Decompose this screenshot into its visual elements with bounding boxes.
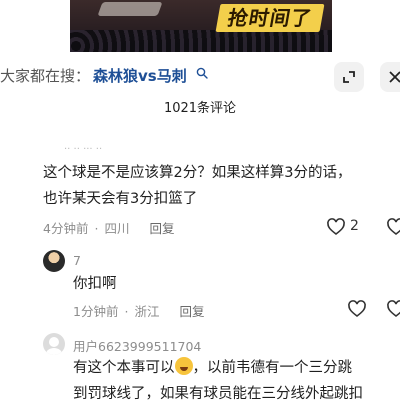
crowd [70, 30, 332, 52]
comment-time: 4分钟前 [43, 221, 89, 236]
comment-text-segment: ，以前韦德有一个三分跳 [192, 360, 353, 376]
close-icon [389, 71, 400, 83]
comment-text-line: 到罚球线了，如果有球员能在三分线外起跳扣 [73, 386, 363, 400]
search-suggestion-bar[interactable]: 大家都在搜： 森林狼vs马刺 [0, 52, 400, 98]
heart-icon[interactable] [326, 217, 346, 237]
video-player[interactable]: 抢时间了 [0, 0, 400, 52]
comment-username[interactable]: 用户6623999511704 [73, 336, 201, 355]
avatar[interactable] [43, 333, 65, 355]
comment-meta: 4分钟前 · 四川 回复 [43, 221, 175, 236]
search-prefix-label: 大家都在搜： [0, 67, 91, 85]
search-icon[interactable] [196, 67, 208, 79]
comment-username: ·· ·· ··· ·· [64, 144, 103, 155]
comment-text-line: 也许某天会有3分扣篮了 [43, 191, 198, 207]
reply-button[interactable]: 回复 [149, 221, 174, 236]
heart-icon[interactable] [386, 217, 400, 237]
expand-button[interactable] [334, 62, 364, 92]
avatar[interactable] [43, 250, 65, 272]
comment-text-line: 你扣啊 [73, 276, 117, 292]
comment-text-segment: 有这个本事可以 [73, 360, 175, 376]
comment-time: 1分钟前 [73, 304, 119, 319]
video-frame[interactable]: 抢时间了 [70, 0, 332, 52]
like-count: 2 [350, 218, 359, 234]
comment-count-title: 1021条评论 [163, 101, 237, 116]
video-overlay-caption: 抢时间了 [215, 4, 325, 32]
comment-location: 浙江 [134, 304, 160, 319]
heart-icon[interactable] [386, 299, 400, 319]
reply-button[interactable]: 回复 [179, 304, 204, 319]
comment-location: 四川 [104, 221, 130, 236]
search-suggestion-link[interactable]: 森林狼vs马刺 [93, 65, 187, 86]
crying-laughing-emoji-icon [174, 357, 193, 375]
comment-meta: 1分钟前 · 浙江 回复 [73, 304, 205, 319]
comment-text-line: 有这个本事可以 ，以前韦德有一个三分跳 [73, 356, 352, 380]
close-button[interactable] [380, 62, 400, 92]
expand-icon [343, 71, 355, 83]
court-light [97, 2, 163, 16]
heart-icon[interactable] [347, 299, 367, 319]
comment-text-line: 这个球是不是应该算2分？如果这样算3分的话， [43, 165, 352, 181]
comment-username[interactable]: 7 [73, 253, 81, 268]
